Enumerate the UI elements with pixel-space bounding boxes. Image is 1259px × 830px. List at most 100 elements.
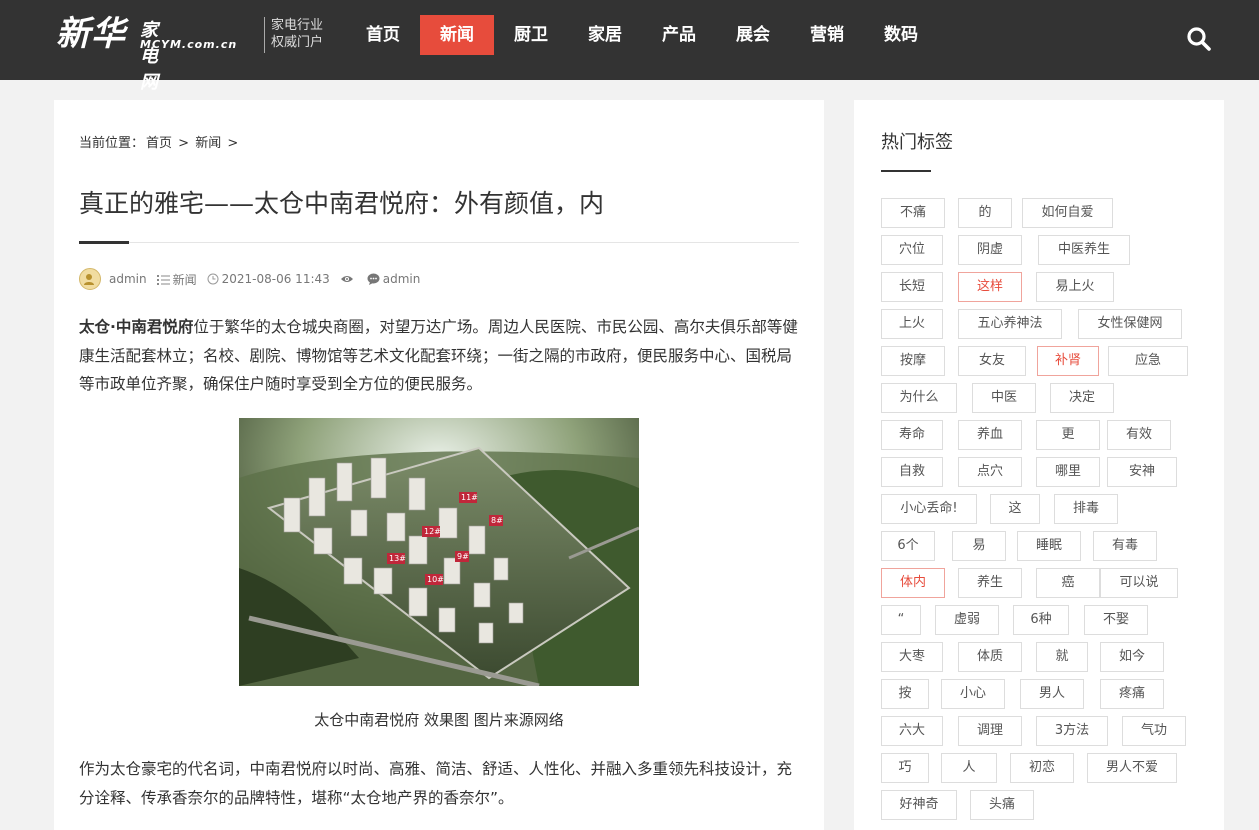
breadcrumb-prefix: 当前位置：	[79, 136, 145, 151]
tag-3[interactable]: 穴位	[881, 235, 943, 265]
paragraph-1-bold: 太仓·中南君悦府	[79, 318, 194, 336]
tag-34[interactable]: 体内	[881, 568, 945, 598]
tag-47[interactable]: 小心	[941, 679, 1005, 709]
clock-icon	[207, 273, 219, 285]
logo-main-text: 新华	[56, 14, 126, 54]
tag-1[interactable]: 的	[958, 198, 1012, 228]
meta-comments[interactable]: admin	[367, 272, 420, 286]
tag-9[interactable]: 上火	[881, 309, 943, 339]
building-label-10: 10#	[427, 575, 444, 584]
tag-49[interactable]: 疼痛	[1100, 679, 1164, 709]
breadcrumb: 当前位置： 首页 > 新闻 >	[79, 132, 240, 151]
nav-item-news[interactable]: 新闻	[420, 15, 494, 55]
tag-28[interactable]: 这	[990, 494, 1040, 524]
article-card: 当前位置： 首页 > 新闻 > 真正的雅宅——太仓中南君悦府：外有颜值，内 adm…	[54, 100, 824, 830]
nav-item-exhibition[interactable]: 展会	[716, 15, 790, 55]
tag-30[interactable]: 6个	[881, 531, 935, 561]
nav-item-products[interactable]: 产品	[642, 15, 716, 55]
nav-item-kitchen-bath[interactable]: 厨卫	[494, 15, 568, 55]
tag-29[interactable]: 排毒	[1054, 494, 1118, 524]
tag-21[interactable]: 更	[1036, 420, 1100, 450]
building-label-12: 12#	[424, 527, 441, 536]
breadcrumb-separator: >	[223, 136, 239, 151]
tag-23[interactable]: 自救	[881, 457, 943, 487]
tag-58[interactable]: 好神奇	[881, 790, 957, 820]
tag-59[interactable]: 头痛	[970, 790, 1034, 820]
tag-44[interactable]: 就	[1036, 642, 1088, 672]
tag-25[interactable]: 哪里	[1036, 457, 1100, 487]
breadcrumb-separator: >	[174, 136, 194, 151]
tag-38[interactable]: “	[881, 605, 921, 635]
author-name[interactable]: admin	[109, 272, 147, 286]
tag-16[interactable]: 为什么	[881, 383, 957, 413]
slogan-line-2: 权威门户	[271, 35, 324, 50]
tag-13[interactable]: 女友	[958, 346, 1026, 376]
article-image-aerial-rendering[interactable]: 11# 8# 12# 13# 9# 10#	[239, 418, 639, 686]
tag-20[interactable]: 养血	[958, 420, 1022, 450]
tag-4[interactable]: 阴虚	[958, 235, 1022, 265]
author-avatar[interactable]	[79, 268, 101, 290]
tag-48[interactable]: 男人	[1020, 679, 1084, 709]
tag-32[interactable]: 睡眠	[1017, 531, 1081, 561]
tag-45[interactable]: 如今	[1100, 642, 1164, 672]
site-logo[interactable]: 新华 家电网 MCYM.com.cn	[56, 12, 236, 93]
tag-54[interactable]: 巧	[881, 753, 929, 783]
nav-item-digital[interactable]: 数码	[864, 15, 938, 55]
sidebar-hot-tags: 热门标签 不痛的如何自爱 穴位 阴虚 中医养生 长短 这样 易上火 上火 五心养神法 女性保健网按…	[854, 100, 1224, 830]
tag-15[interactable]: 应急	[1108, 346, 1188, 376]
breadcrumb-news-link[interactable]: 新闻	[195, 136, 221, 151]
tag-35[interactable]: 养生	[958, 568, 1022, 598]
logo-divider	[264, 17, 265, 53]
tag-22[interactable]: 有效	[1107, 420, 1171, 450]
tag-31[interactable]: 易	[952, 531, 1006, 561]
meta-datetime-text: 2021-08-06 11:43	[221, 272, 330, 286]
nav-item-home[interactable]: 首页	[346, 15, 420, 55]
sidebar-title: 热门标签	[881, 132, 953, 153]
tag-8[interactable]: 易上火	[1036, 272, 1114, 302]
article-paragraph-1: 太仓·中南君悦府位于繁华的太仓城央商圈，对望万达广场。周边人民医院、市民公园、高…	[79, 313, 799, 399]
tag-56[interactable]: 初恋	[1010, 753, 1074, 783]
tag-19[interactable]: 寿命	[881, 420, 943, 450]
building-label-9: 9#	[457, 552, 469, 561]
search-icon[interactable]	[1186, 26, 1212, 52]
tag-5[interactable]: 中医养生	[1038, 235, 1130, 265]
breadcrumb-home-link[interactable]: 首页	[146, 136, 172, 151]
tag-57[interactable]: 男人不爱	[1087, 753, 1177, 783]
tag-7[interactable]: 这样	[958, 272, 1022, 302]
building-label-11: 11#	[461, 493, 478, 502]
tag-12[interactable]: 按摩	[881, 346, 945, 376]
tag-26[interactable]: 安神	[1107, 457, 1177, 487]
tag-55[interactable]: 人	[941, 753, 997, 783]
tag-53[interactable]: 气功	[1122, 716, 1186, 746]
tag-39[interactable]: 虚弱	[935, 605, 999, 635]
tag-11[interactable]: 女性保健网	[1078, 309, 1182, 339]
nav-item-marketing[interactable]: 营销	[790, 15, 864, 55]
tag-51[interactable]: 调理	[958, 716, 1022, 746]
comment-icon	[367, 273, 380, 285]
tag-10[interactable]: 五心养神法	[958, 309, 1062, 339]
tag-2[interactable]: 如何自爱	[1022, 198, 1113, 228]
article-meta: admin 新闻 2021-08-06 11:43 admin	[79, 268, 430, 290]
tag-0[interactable]: 不痛	[881, 198, 945, 228]
tag-24[interactable]: 点穴	[958, 457, 1022, 487]
tag-17[interactable]: 中医	[972, 383, 1036, 413]
tag-52[interactable]: 3方法	[1036, 716, 1108, 746]
tag-36[interactable]: 癌	[1036, 568, 1100, 598]
tag-6[interactable]: 长短	[881, 272, 943, 302]
tag-37[interactable]: 可以说	[1100, 568, 1178, 598]
tag-41[interactable]: 不娶	[1084, 605, 1148, 635]
meta-category[interactable]: 新闻	[156, 271, 197, 288]
tag-27[interactable]: 小心丢命!	[881, 494, 977, 524]
tag-50[interactable]: 六大	[881, 716, 943, 746]
building-label-13: 13#	[389, 554, 406, 563]
article-title: 真正的雅宅——太仓中南君悦府：外有颜值，内	[79, 189, 605, 218]
nav-item-home-living[interactable]: 家居	[568, 15, 642, 55]
tag-43[interactable]: 体质	[958, 642, 1022, 672]
tag-46[interactable]: 按	[881, 679, 929, 709]
tag-42[interactable]: 大枣	[881, 642, 943, 672]
tag-18[interactable]: 决定	[1050, 383, 1114, 413]
tag-33[interactable]: 有毒	[1093, 531, 1157, 561]
logo-domain-text: MCYM.com.cn	[140, 38, 238, 51]
tag-40[interactable]: 6种	[1013, 605, 1069, 635]
tag-14[interactable]: 补肾	[1037, 346, 1099, 376]
